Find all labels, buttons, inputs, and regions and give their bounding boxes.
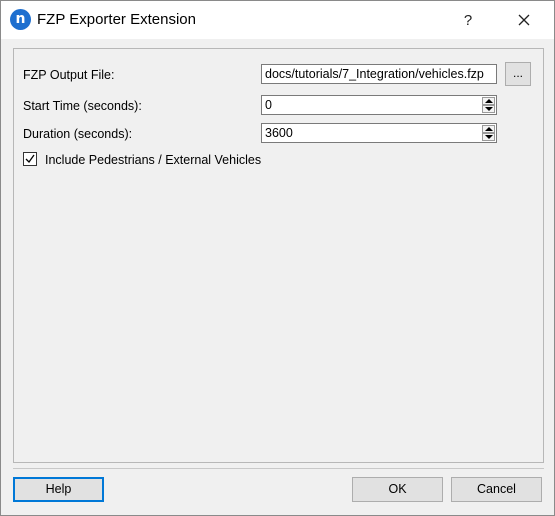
settings-panel: FZP Output File: docs/tutorials/7_Integr… bbox=[13, 48, 544, 463]
arrow-down-icon bbox=[484, 107, 493, 111]
app-logo-icon: n bbox=[10, 9, 31, 30]
duration-stepper[interactable] bbox=[482, 125, 495, 141]
arrow-up-icon bbox=[484, 99, 493, 103]
spin-down-button[interactable] bbox=[482, 105, 495, 113]
arrow-down-icon bbox=[484, 135, 493, 139]
start-time-spinbox[interactable]: 0 bbox=[261, 95, 497, 115]
help-button[interactable]: Help bbox=[13, 477, 104, 502]
output-file-label: FZP Output File: bbox=[23, 68, 115, 82]
title-bar: n FZP Exporter Extension ? bbox=[1, 1, 554, 39]
start-time-value: 0 bbox=[265, 98, 272, 112]
include-pedestrians-label[interactable]: Include Pedestrians / External Vehicles bbox=[45, 153, 261, 167]
duration-value: 3600 bbox=[265, 126, 293, 140]
cancel-button[interactable]: Cancel bbox=[451, 477, 542, 502]
dialog-window: n FZP Exporter Extension ? FZP Output Fi… bbox=[0, 0, 555, 516]
duration-spinbox[interactable]: 3600 bbox=[261, 123, 497, 143]
ok-button[interactable]: OK bbox=[352, 477, 443, 502]
footer-divider bbox=[13, 468, 544, 469]
close-icon bbox=[518, 14, 530, 26]
window-title: FZP Exporter Extension bbox=[37, 11, 196, 28]
duration-label: Duration (seconds): bbox=[23, 127, 133, 141]
spin-down-button[interactable] bbox=[482, 133, 495, 141]
start-time-stepper[interactable] bbox=[482, 97, 495, 113]
spin-up-button[interactable] bbox=[482, 97, 495, 105]
spin-up-button[interactable] bbox=[482, 125, 495, 133]
browse-button[interactable]: ... bbox=[505, 62, 531, 86]
context-help-button[interactable]: ? bbox=[445, 1, 491, 39]
arrow-up-icon bbox=[484, 127, 493, 131]
checkmark-icon bbox=[25, 154, 35, 164]
include-pedestrians-checkbox[interactable] bbox=[23, 152, 37, 166]
start-time-label: Start Time (seconds): bbox=[23, 99, 142, 113]
output-file-input[interactable]: docs/tutorials/7_Integration/vehicles.fz… bbox=[261, 64, 497, 84]
close-button[interactable] bbox=[501, 1, 547, 39]
